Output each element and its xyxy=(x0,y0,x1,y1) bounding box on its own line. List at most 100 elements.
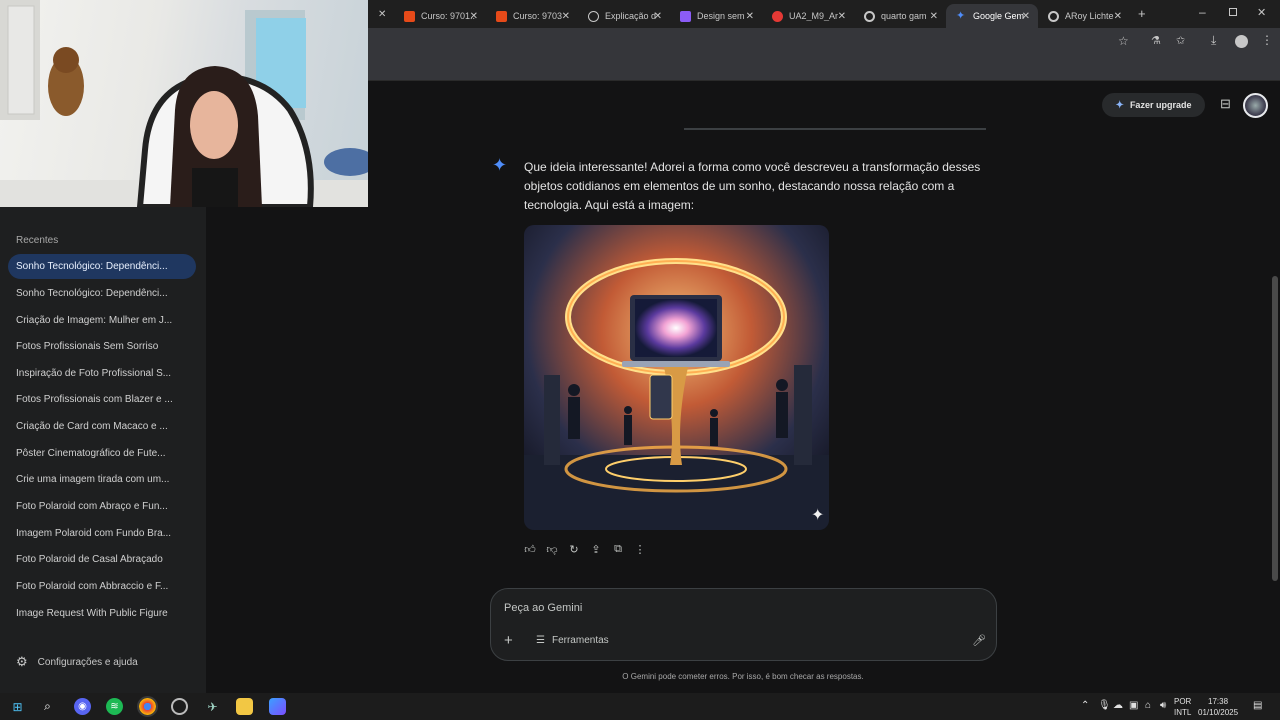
curso-icon xyxy=(496,10,507,22)
recent-item[interactable]: Inspiração de Foto Profissional S... xyxy=(8,361,196,386)
webcam-feed xyxy=(0,0,368,207)
recent-item[interactable]: Foto Polaroid com Abraço e Fun... xyxy=(8,494,196,519)
scrollbar[interactable] xyxy=(1272,276,1278,581)
add-icon[interactable]: + xyxy=(504,632,513,649)
recent-item[interactable]: Criação de Card com Macaco e ... xyxy=(8,414,196,439)
share-icon[interactable]: ⇪ xyxy=(590,542,602,556)
browser-tab[interactable]: UA2_M9_Ar ✕ xyxy=(762,4,854,28)
sparkle-icon: ✦ xyxy=(1115,99,1124,111)
tray-app-icon[interactable]: ▣ xyxy=(1129,700,1138,711)
recent-item[interactable]: Fotos Profissionais Sem Sorriso xyxy=(8,334,196,359)
disclaimer: O Gemini pode cometer erros. Por isso, é… xyxy=(622,672,864,681)
apps-icon[interactable]: ⊟ xyxy=(1220,96,1231,112)
chrome-icon[interactable] xyxy=(137,696,158,717)
curso-icon xyxy=(404,10,415,22)
prompt-input-box[interactable]: Peça ao Gemini + ☰ Ferramentas 🎤︎ xyxy=(490,588,997,661)
minimize-icon[interactable]: – xyxy=(1199,5,1206,19)
more-menu-icon[interactable]: ⋮ xyxy=(1261,33,1273,47)
close-icon[interactable]: ✕ xyxy=(1022,11,1030,22)
tray-expand-icon[interactable]: ⌃ xyxy=(1081,700,1089,711)
gear-icon: ⚙ xyxy=(16,654,28,669)
more-options-icon[interactable]: ⋮ xyxy=(634,542,646,556)
browser-tab[interactable]: Explicação d ✕ xyxy=(578,4,670,28)
response-actions: 👍︎ 👎︎ ↻ ⇪ ⧉ ⋮ xyxy=(524,542,646,556)
browser-tab[interactable]: Curso: 9703 ✕ xyxy=(486,4,578,28)
recent-item[interactable]: Foto Polaroid com Abbraccio e F... xyxy=(8,574,196,599)
sidebar: Recentes Sonho Tecnológico: Dependênci..… xyxy=(0,207,206,693)
browser-tab[interactable]: quarto gam ✕ xyxy=(854,4,946,28)
network-icon[interactable]: ⌂ xyxy=(1145,700,1151,711)
maximize-icon[interactable] xyxy=(1229,8,1237,16)
discord-icon[interactable]: ◉ xyxy=(74,698,91,715)
microphone-icon[interactable]: 🎤︎ xyxy=(972,634,986,647)
webcam-overlay xyxy=(0,0,368,207)
close-icon[interactable]: ✕ xyxy=(838,11,846,22)
close-icon[interactable]: ✕ xyxy=(654,11,662,22)
browser-tab[interactable]: Curso: 9701.. ✕ xyxy=(394,4,486,28)
thumbs-up-icon[interactable]: 👍︎ xyxy=(524,542,536,556)
close-window-icon[interactable]: ✕ xyxy=(1257,6,1266,19)
tools-button[interactable]: ☰ Ferramentas xyxy=(536,635,609,646)
google-icon xyxy=(864,10,875,22)
volume-icon[interactable]: 🔊︎ xyxy=(1160,700,1166,711)
favorites-icon[interactable]: ✩ xyxy=(1176,34,1185,47)
onedrive-icon[interactable]: ☁ xyxy=(1113,700,1123,711)
recent-item[interactable]: Foto Polaroid de Casal Abraçado xyxy=(8,547,196,572)
recent-item[interactable]: Imagem Polaroid com Fundo Bra... xyxy=(8,521,196,546)
generated-image[interactable]: ✦ xyxy=(524,225,829,530)
tools-icon: ☰ xyxy=(536,635,545,646)
google-icon xyxy=(1048,10,1059,22)
recent-item[interactable]: Sonho Tecnológico: Dependênci... xyxy=(8,281,196,306)
browser-tab-active[interactable]: ✦ Google Gem ✕ xyxy=(946,4,1038,28)
upgrade-label: Fazer upgrade xyxy=(1129,100,1192,110)
extension-icon[interactable]: ⚗ xyxy=(1151,34,1161,47)
pdf-icon xyxy=(772,10,783,22)
download-icon[interactable]: ⤓ xyxy=(1211,33,1216,48)
tray-mic-icon[interactable]: 🎙︎ xyxy=(1098,700,1111,711)
recent-item[interactable]: Pôster Cinematográfico de Fute... xyxy=(8,441,196,466)
settings-label: Configurações e ajuda xyxy=(37,656,138,668)
profile-icon[interactable] xyxy=(1235,35,1248,48)
obs-icon[interactable] xyxy=(171,698,188,715)
prompt-input[interactable]: Peça ao Gemini xyxy=(504,602,582,614)
regenerate-icon[interactable]: ↻ xyxy=(568,542,580,556)
recent-title: Recentes xyxy=(16,235,59,246)
new-tab-icon[interactable]: + xyxy=(1138,6,1146,21)
divider xyxy=(684,128,986,130)
windows-start-icon[interactable]: ⊞ xyxy=(9,698,26,715)
recent-item[interactable]: Fotos Profissionais com Blazer e ... xyxy=(8,387,196,412)
file-explorer-icon[interactable] xyxy=(236,698,253,715)
search-icon[interactable]: ⌕ xyxy=(39,698,56,715)
browser-tab[interactable]: ARoy Lichte ✕ xyxy=(1038,4,1130,28)
close-icon[interactable]: ✕ xyxy=(1114,11,1122,22)
close-icon[interactable]: ✕ xyxy=(930,11,938,22)
windows-taskbar: ⊞ ⌕ ◉ ≋ ✈ ⌃ 🎙︎ ☁ ▣ ⌂ 🔊︎ POR INTL 17:38 0… xyxy=(0,693,1280,720)
close-icon[interactable]: ✕ xyxy=(562,11,570,22)
copy-icon[interactable]: ⧉ xyxy=(612,542,624,556)
settings-button[interactable]: ⚙ Configurações e ajuda xyxy=(16,654,138,670)
close-icon[interactable]: ✕ xyxy=(378,9,386,20)
design-icon xyxy=(680,10,691,22)
bookmark-star-icon[interactable]: ☆ xyxy=(1118,34,1129,48)
office-icon[interactable] xyxy=(269,698,286,715)
notifications-icon[interactable]: ▤ xyxy=(1253,700,1262,711)
upgrade-button[interactable]: ✦ Fazer upgrade xyxy=(1102,93,1205,117)
image-watermark-icon: ✦ xyxy=(811,505,824,524)
app-icon[interactable]: ✈ xyxy=(204,698,221,715)
recent-item[interactable]: Crie uma imagem tirada com um... xyxy=(8,467,196,492)
close-icon[interactable]: ✕ xyxy=(470,11,478,22)
generated-image-art: ✦ xyxy=(524,225,829,530)
spotify-icon[interactable]: ≋ xyxy=(106,698,123,715)
explain-icon xyxy=(588,10,599,22)
close-icon[interactable]: ✕ xyxy=(746,11,754,22)
recent-item[interactable]: Image Request With Public Figure xyxy=(8,601,196,626)
thumbs-down-icon[interactable]: 👎︎ xyxy=(546,542,558,556)
avatar[interactable] xyxy=(1243,93,1268,118)
gemini-icon: ✦ xyxy=(956,9,966,22)
recent-item[interactable]: Criação de Imagem: Mulher em J... xyxy=(8,308,196,333)
browser-tab[interactable]: Design sem ✕ xyxy=(670,4,762,28)
language-indicator[interactable]: POR INTL xyxy=(1174,696,1191,718)
clock[interactable]: 17:38 01/10/2025 xyxy=(1198,696,1238,718)
recent-item-active[interactable]: Sonho Tecnológico: Dependênci... xyxy=(8,254,196,279)
tools-label: Ferramentas xyxy=(551,635,609,646)
